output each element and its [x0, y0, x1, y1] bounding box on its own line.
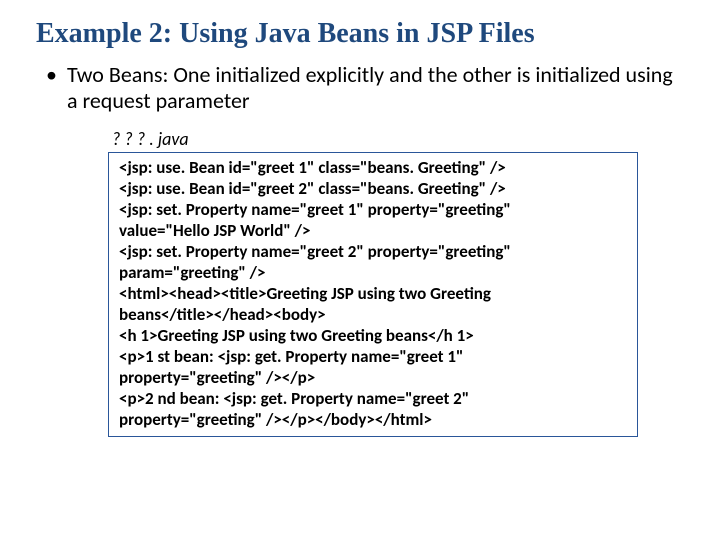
code-line: param="greeting" />	[119, 262, 627, 283]
code-line: <jsp: set. Property name="greet 1" prope…	[119, 199, 627, 220]
code-line: <html><head><title>Greeting JSP using tw…	[119, 283, 627, 304]
code-line: <jsp: use. Bean id="greet 2" class="bean…	[119, 178, 627, 199]
code-line: <jsp: set. Property name="greet 2" prope…	[119, 241, 627, 262]
slide-title: Example 2: Using Java Beans in JSP Files	[36, 18, 684, 50]
code-line: property="greeting" /></p></body></html>	[119, 409, 627, 430]
code-box: <jsp: use. Bean id="greet 1" class="bean…	[108, 152, 638, 437]
filename-label: ? ? ? . java	[112, 128, 684, 150]
bullet-text: Two Beans: One initialized explicitly an…	[67, 62, 684, 114]
code-line: <h 1>Greeting JSP using two Greeting bea…	[119, 325, 627, 346]
code-line: value="Hello JSP World" />	[119, 220, 627, 241]
code-line: <jsp: use. Bean id="greet 1" class="bean…	[119, 157, 627, 178]
code-line: beans</title></head><body>	[119, 304, 627, 325]
code-line: <p>2 nd bean: <jsp: get. Property name="…	[119, 388, 627, 409]
bullet-item: • Two Beans: One initialized explicitly …	[46, 62, 684, 114]
code-line: <p>1 st bean: <jsp: get. Property name="…	[119, 346, 627, 367]
bullet-marker: •	[46, 62, 57, 88]
code-line: property="greeting" /></p>	[119, 367, 627, 388]
